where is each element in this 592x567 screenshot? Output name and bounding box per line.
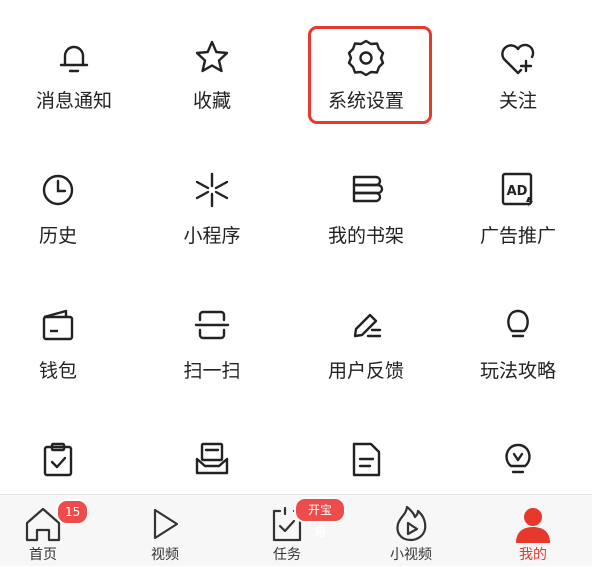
inbox-mail-icon [192,440,232,480]
bell-icon [54,38,94,78]
tab-tasks[interactable]: 开宝箱 任务 [228,495,346,567]
person-icon [512,503,554,545]
notification-badge: 15 [56,499,90,525]
tab-label: 我的 [519,547,547,563]
menu-item-notifications[interactable]: 消息通知 [0,38,148,138]
bulb-icon [498,305,538,345]
menu-item-label: 小程序 [183,225,241,247]
clock-icon [38,170,78,210]
ad-icon: AD [498,170,538,210]
tab-label: 视频 [151,547,179,563]
menu-item-follow[interactable]: 关注 [444,38,592,138]
tab-short-video[interactable]: 小视频 [352,495,470,567]
menu-grid: 消息通知 收藏 系统设置 关注 历史 小程序 我的书架 AD 广告推广 钱包 扫… [0,0,592,494]
menu-item-favorites[interactable]: 收藏 [138,38,286,138]
menu-item-scan[interactable]: 扫一扫 [138,305,286,405]
bookshelf-icon [346,170,386,210]
document-icon [346,440,386,480]
play-icon [144,503,186,545]
wallet-icon [38,305,78,345]
menu-item-label: 扫一扫 [183,360,241,382]
menu-item-label: 我的书架 [327,225,404,247]
star-icon [192,38,232,78]
menu-item-label: 玩法攻略 [479,360,556,382]
tab-video[interactable]: 视频 [106,495,224,567]
tab-mine[interactable]: 我的 [474,495,592,567]
menu-item-advertising[interactable]: AD 广告推广 [444,170,592,270]
menu-item-label: 历史 [38,225,77,247]
feedback-pen-icon [346,305,386,345]
menu-item-label: 收藏 [192,90,231,112]
mini-program-icon [192,170,232,210]
menu-item-label: 用户反馈 [327,360,404,382]
menu-item-label: 钱包 [38,360,77,382]
menu-item-feedback[interactable]: 用户反馈 [292,305,440,405]
clipboard-check-icon [38,440,78,480]
bottom-tab-bar: 15 首页 视频 开宝箱 任务 小视频 我的 [0,494,592,566]
menu-item-label: 消息通知 [35,90,112,112]
scan-icon [192,305,232,345]
menu-item-bookshelf[interactable]: 我的书架 [292,170,440,270]
tab-label: 小视频 [390,547,432,563]
menu-item-wallet[interactable]: 钱包 [0,305,132,405]
tab-label: 任务 [273,547,301,563]
menu-item-label: 广告推广 [479,225,556,247]
heart-plus-icon [498,38,538,78]
tab-home[interactable]: 15 首页 [0,495,102,567]
bulb-tip-icon [498,440,538,480]
treasure-chest-badge: 开宝箱 [294,497,346,539]
svg-text:AD: AD [507,184,528,199]
menu-item-guide[interactable]: 玩法攻略 [444,305,592,405]
settings-highlight-box [308,26,432,124]
menu-item-mini-programs[interactable]: 小程序 [138,170,286,270]
menu-item-label: 关注 [498,90,537,112]
tab-label: 首页 [29,547,57,563]
flame-play-icon [390,503,432,545]
menu-item-history[interactable]: 历史 [0,170,132,270]
